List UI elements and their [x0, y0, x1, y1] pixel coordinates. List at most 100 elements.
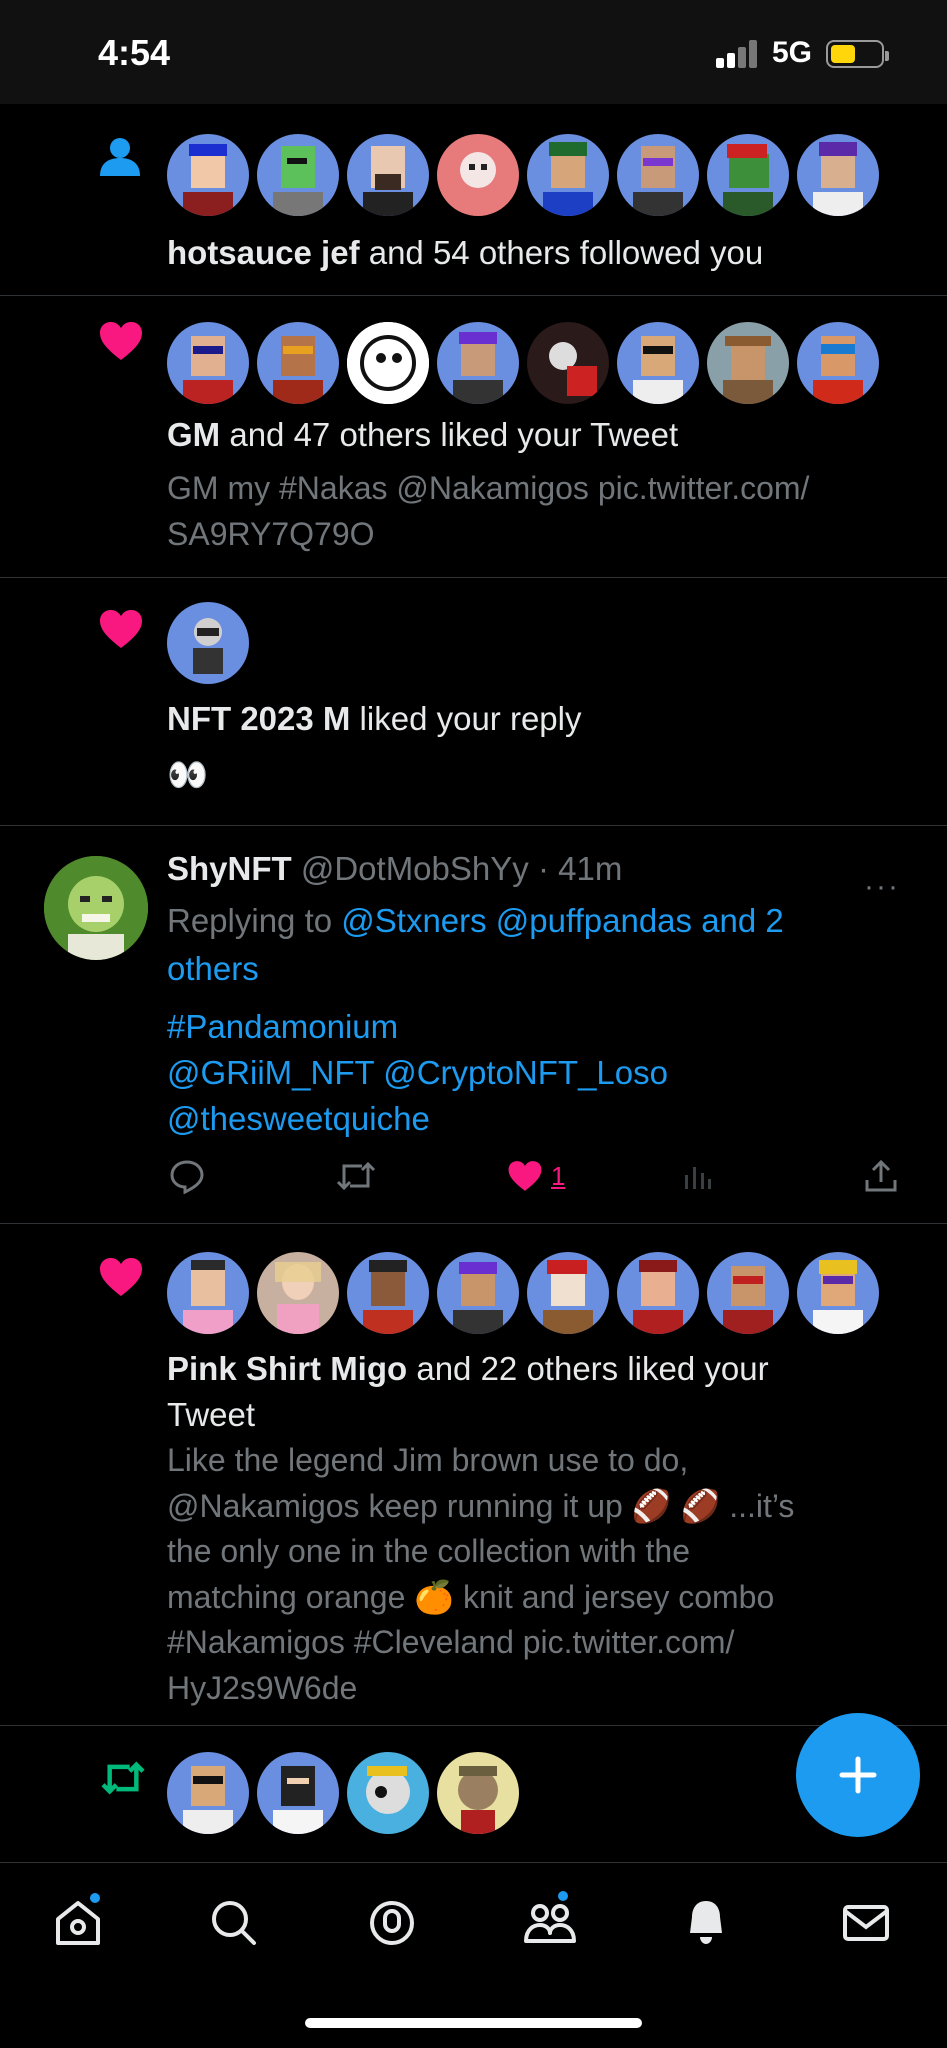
- avatar[interactable]: [527, 134, 609, 216]
- tweet-preview[interactable]: Like the legend Jim brown use to do, @Na…: [167, 1438, 907, 1711]
- separator: ·: [528, 850, 559, 887]
- heart-icon: [98, 1256, 144, 1303]
- signal-icon: [716, 38, 760, 68]
- reply-preview[interactable]: 👀: [167, 752, 208, 798]
- liker-avatars: [167, 1252, 879, 1334]
- spaces-icon: [370, 1901, 414, 1945]
- tab-home[interactable]: [48, 1891, 108, 1953]
- notification-text: Pink Shirt Migo and 22 others liked your: [167, 1350, 769, 1387]
- avatar[interactable]: [527, 1252, 609, 1334]
- hashtag-link[interactable]: #Pandamonium: [167, 1004, 398, 1050]
- liker-avatars: [167, 322, 879, 404]
- heart-icon: [98, 608, 144, 655]
- mail-icon: [843, 1905, 889, 1941]
- views-icon[interactable]: [682, 1156, 712, 1196]
- tweet-preview[interactable]: GM my #Nakas @Nakamigos pic.twitter.com/…: [167, 466, 907, 557]
- tab-messages[interactable]: [836, 1893, 896, 1953]
- notification-text: NFT 2023 M liked your reply: [167, 700, 582, 737]
- avatar[interactable]: [797, 1252, 879, 1334]
- avatar[interactable]: [257, 322, 339, 404]
- tweet-time: 41m: [558, 850, 623, 887]
- tweet-line: #Nakamigos #Cleveland pic.twitter.com/: [167, 1624, 735, 1660]
- replying-to-more[interactable]: others: [167, 946, 259, 992]
- notifications-feed: hotsauce jef and 54 others followed you …: [0, 104, 947, 1866]
- like-count: 1: [551, 1160, 566, 1191]
- avatar[interactable]: [437, 1752, 519, 1834]
- plus-icon: [839, 1756, 877, 1794]
- avatar[interactable]: [617, 322, 699, 404]
- avatar[interactable]: [797, 134, 879, 216]
- tab-search[interactable]: [204, 1893, 264, 1953]
- notification-like[interactable]: NFT 2023 M liked your reply 👀: [0, 578, 947, 826]
- search-icon: [212, 1901, 256, 1945]
- author-handle[interactable]: @DotMobShYy: [301, 850, 529, 887]
- notification-dot: [556, 1889, 570, 1903]
- avatar[interactable]: [707, 322, 789, 404]
- more-options-icon[interactable]: ···: [864, 870, 900, 904]
- notification-follow[interactable]: hotsauce jef and 54 others followed you: [0, 104, 947, 296]
- like-button[interactable]: 1: [507, 1156, 565, 1196]
- tweet-line: GM my #Nakas @Nakamigos pic.twitter.com/: [167, 470, 810, 506]
- home-indicator[interactable]: [305, 2018, 642, 2028]
- reply-icon[interactable]: [169, 1156, 205, 1196]
- retweeter-avatars: [167, 1752, 519, 1834]
- avatar[interactable]: [167, 602, 249, 684]
- tweet-actions: 1: [167, 1156, 907, 1196]
- avatar[interactable]: [167, 322, 249, 404]
- notification-text: hotsauce jef and 54 others followed you: [167, 234, 764, 271]
- author-name[interactable]: ShyNFT: [167, 850, 292, 887]
- network-label: 5G: [772, 36, 813, 69]
- avatar[interactable]: [527, 322, 609, 404]
- tweet-header: ShyNFT @DotMobShYy · 41m: [167, 846, 622, 892]
- heart-icon: [98, 320, 144, 367]
- tweet-line: Like the legend Jim brown use to do,: [167, 1442, 689, 1478]
- notification-like[interactable]: Pink Shirt Migo and 22 others liked your…: [0, 1224, 947, 1726]
- bell-icon: [690, 1901, 722, 1944]
- avatar[interactable]: [437, 134, 519, 216]
- replying-to: Replying to @Stxners @puffpandas and 2: [167, 902, 784, 939]
- mention-links[interactable]: @GRiiM_NFT @CryptoNFT_Loso: [167, 1050, 668, 1096]
- avatar[interactable]: [707, 134, 789, 216]
- share-icon[interactable]: [863, 1156, 899, 1196]
- notification-text-cont: Tweet: [167, 1396, 256, 1433]
- reply-tweet[interactable]: ShyNFT @DotMobShYy · 41m ··· Replying to…: [0, 826, 947, 1224]
- avatar[interactable]: [257, 1252, 339, 1334]
- retweet-icon: [98, 1758, 148, 1803]
- avatar[interactable]: [347, 1752, 429, 1834]
- avatar[interactable]: [167, 1252, 249, 1334]
- notification-text: GM and 47 others liked your Tweet: [167, 416, 679, 453]
- heart-icon: [508, 1161, 542, 1191]
- person-icon: [98, 136, 142, 185]
- avatar[interactable]: [347, 134, 429, 216]
- avatar[interactable]: [44, 856, 148, 960]
- tweet-line: matching orange 🍊 knit and jersey combo: [167, 1578, 775, 1615]
- avatar[interactable]: [347, 322, 429, 404]
- avatar[interactable]: [437, 1252, 519, 1334]
- mention-link[interactable]: @thesweetquiche: [167, 1096, 430, 1142]
- status-time: 4:54: [98, 32, 171, 73]
- avatar[interactable]: [797, 322, 879, 404]
- avatar[interactable]: [167, 1752, 249, 1834]
- compose-button[interactable]: [796, 1713, 920, 1837]
- notification-like[interactable]: GM and 47 others liked your Tweet GM my …: [0, 296, 947, 578]
- avatar[interactable]: [257, 134, 339, 216]
- tweet-line: SA9RY7Q79O: [167, 515, 375, 552]
- battery-icon: [826, 40, 889, 68]
- avatar[interactable]: [707, 1252, 789, 1334]
- avatar[interactable]: [617, 134, 699, 216]
- tab-spaces[interactable]: [362, 1893, 422, 1953]
- liker-avatars: [167, 602, 249, 684]
- communities-icon: [524, 1904, 576, 1943]
- tab-notifications[interactable]: [676, 1893, 736, 1953]
- avatar[interactable]: [347, 1252, 429, 1334]
- avatar[interactable]: [437, 322, 519, 404]
- tweet-line: the only one in the collection with the: [167, 1533, 690, 1569]
- retweet-icon[interactable]: [336, 1156, 376, 1196]
- notification-dot: [88, 1891, 102, 1905]
- status-bar: 4:54 5G: [0, 0, 947, 104]
- avatar[interactable]: [617, 1252, 699, 1334]
- replying-to-links[interactable]: @Stxners @puffpandas and 2: [341, 902, 784, 939]
- avatar[interactable]: [167, 134, 249, 216]
- avatar[interactable]: [257, 1752, 339, 1834]
- tab-communities[interactable]: [520, 1889, 580, 1953]
